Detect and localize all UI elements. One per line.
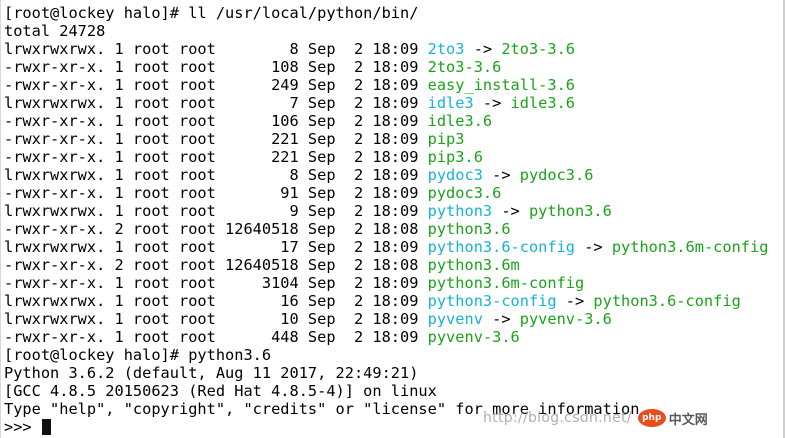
- file-entry-row: -rwxr-xr-x. 1 root root 221 Sep 2 18:09 …: [4, 130, 784, 148]
- file-entry-meta: -rwxr-xr-x. 1 root root 91 Sep 2 18:09: [4, 184, 428, 202]
- symlink-name: pydoc3: [427, 166, 483, 184]
- symlink-name: pyvenv: [427, 310, 483, 328]
- listing-output: lrwxrwxrwx. 1 root root 8 Sep 2 18:09 2t…: [4, 40, 784, 346]
- symlink-target: pyvenv-3.6: [519, 310, 612, 328]
- file-entry-meta: -rwxr-xr-x. 1 root root 249 Sep 2 18:09: [4, 76, 428, 94]
- file-entry-row: lrwxrwxrwx. 1 root root 9 Sep 2 18:09 py…: [4, 202, 784, 220]
- symlink-name: idle3: [427, 94, 474, 112]
- python-banner-gcc: [GCC 4.8.5 20150623 (Red Hat 4.8.5-4)] o…: [4, 382, 437, 400]
- symlink-arrow: ->: [464, 40, 502, 58]
- file-entry-meta: lrwxrwxrwx. 1 root root 7 Sep 2 18:09: [4, 94, 428, 112]
- file-entry-row: lrwxrwxrwx. 1 root root 10 Sep 2 18:09 p…: [4, 310, 784, 328]
- python-command: python3.6: [188, 346, 272, 364]
- file-entry-row: -rwxr-xr-x. 1 root root 221 Sep 2 18:09 …: [4, 148, 784, 166]
- file-entry-meta: -rwxr-xr-x. 1 root root 108 Sep 2 18:09: [4, 58, 428, 76]
- file-entry-meta: -rwxr-xr-x. 1 root root 3104 Sep 2 18:09: [4, 274, 428, 292]
- executable-name: pydoc3.6: [427, 184, 502, 202]
- file-entry-row: lrwxrwxrwx. 1 root root 16 Sep 2 18:09 p…: [4, 292, 784, 310]
- file-entry-meta: -rwxr-xr-x. 1 root root 448 Sep 2 18:09: [4, 328, 428, 346]
- symlink-target: python3.6-config: [593, 292, 741, 310]
- file-entry-meta: lrwxrwxrwx. 1 root root 10 Sep 2 18:09: [4, 310, 428, 328]
- file-entry-meta: lrwxrwxrwx. 1 root root 17 Sep 2 18:09: [4, 238, 428, 256]
- executable-name: 2to3-3.6: [427, 58, 502, 76]
- file-entry-meta: lrwxrwxrwx. 1 root root 9 Sep 2 18:09: [4, 202, 428, 220]
- file-entry-meta: lrwxrwxrwx. 1 root root 8 Sep 2 18:09: [4, 166, 428, 184]
- file-entry-row: lrwxrwxrwx. 1 root root 8 Sep 2 18:09 py…: [4, 166, 784, 184]
- symlink-target: python3.6m-config: [611, 238, 769, 256]
- file-entry-row: -rwxr-xr-x. 1 root root 106 Sep 2 18:09 …: [4, 112, 784, 130]
- executable-name: easy_install-3.6: [427, 76, 575, 94]
- symlink-name: 2to3: [427, 40, 465, 58]
- symlink-arrow: ->: [492, 202, 529, 220]
- file-entry-row: -rwxr-xr-x. 2 root root 12640518 Sep 2 1…: [4, 256, 784, 274]
- executable-name: pip3.6: [427, 148, 483, 166]
- executable-name: python3.6m: [427, 256, 520, 274]
- file-entry-row: lrwxrwxrwx. 1 root root 7 Sep 2 18:09 id…: [4, 94, 784, 112]
- symlink-arrow: ->: [482, 166, 520, 184]
- text-cursor: [41, 419, 51, 435]
- symlink-target: python3.6: [528, 202, 612, 220]
- file-entry-row: -rwxr-xr-x. 1 root root 91 Sep 2 18:09 p…: [4, 184, 784, 202]
- shell-prompt: [root@lockey halo]#: [4, 346, 189, 364]
- symlink-name: python3: [427, 202, 493, 220]
- file-entry-meta: lrwxrwxrwx. 1 root root 8 Sep 2 18:09: [4, 40, 428, 58]
- symlink-target: pydoc3.6: [519, 166, 594, 184]
- ls-command: ll /usr/local/python/bin/: [188, 4, 419, 22]
- symlink-arrow: ->: [473, 94, 511, 112]
- python-banner-help: Type "help", "copyright", "credits" or "…: [4, 400, 649, 418]
- file-entry-meta: -rwxr-xr-x. 2 root root 12640518 Sep 2 1…: [4, 220, 428, 238]
- symlink-name: python3.6-config: [427, 238, 575, 256]
- python-command-line: [root@lockey halo]# python3.6: [4, 346, 784, 364]
- repl-prompt: >>>: [4, 418, 41, 436]
- file-entry-row: -rwxr-xr-x. 1 root root 108 Sep 2 18:09 …: [4, 58, 784, 76]
- executable-name: idle3.6: [427, 112, 493, 130]
- terminal-window[interactable]: [root@lockey halo]# ll /usr/local/python…: [0, 0, 785, 438]
- file-entry-meta: -rwxr-xr-x. 1 root root 221 Sep 2 18:09: [4, 130, 428, 148]
- shell-prompt: [root@lockey halo]#: [4, 4, 189, 22]
- executable-name: pyvenv-3.6: [427, 328, 520, 346]
- total-line: total 24728: [4, 22, 106, 40]
- executable-name: python3.6m-config: [427, 274, 585, 292]
- file-entry-row: lrwxrwxrwx. 1 root root 8 Sep 2 18:09 2t…: [4, 40, 784, 58]
- file-entry-meta: -rwxr-xr-x. 1 root root 106 Sep 2 18:09: [4, 112, 428, 130]
- ls-command-line: [root@lockey halo]# ll /usr/local/python…: [4, 4, 784, 22]
- file-entry-row: -rwxr-xr-x. 1 root root 448 Sep 2 18:09 …: [4, 328, 784, 346]
- file-entry-meta: -rwxr-xr-x. 2 root root 12640518 Sep 2 1…: [4, 256, 428, 274]
- python-banner-version: Python 3.6.2 (default, Aug 11 2017, 22:4…: [4, 364, 419, 382]
- executable-name: python3.6: [427, 220, 511, 238]
- symlink-arrow: ->: [556, 292, 594, 310]
- file-entry-row: lrwxrwxrwx. 1 root root 17 Sep 2 18:09 p…: [4, 238, 784, 256]
- executable-name: pip3: [427, 130, 465, 148]
- file-entry-row: -rwxr-xr-x. 1 root root 3104 Sep 2 18:09…: [4, 274, 784, 292]
- repl-input-line[interactable]: >>>: [4, 418, 784, 436]
- symlink-target: idle3.6: [510, 94, 576, 112]
- symlink-target: 2to3-3.6: [501, 40, 576, 58]
- symlink-name: python3-config: [427, 292, 557, 310]
- file-entry-meta: -rwxr-xr-x. 1 root root 221 Sep 2 18:09: [4, 148, 428, 166]
- symlink-arrow: ->: [482, 310, 520, 328]
- file-entry-row: -rwxr-xr-x. 2 root root 12640518 Sep 2 1…: [4, 220, 784, 238]
- symlink-arrow: ->: [575, 238, 612, 256]
- file-entry-meta: lrwxrwxrwx. 1 root root 16 Sep 2 18:09: [4, 292, 428, 310]
- file-entry-row: -rwxr-xr-x. 1 root root 249 Sep 2 18:09 …: [4, 76, 784, 94]
